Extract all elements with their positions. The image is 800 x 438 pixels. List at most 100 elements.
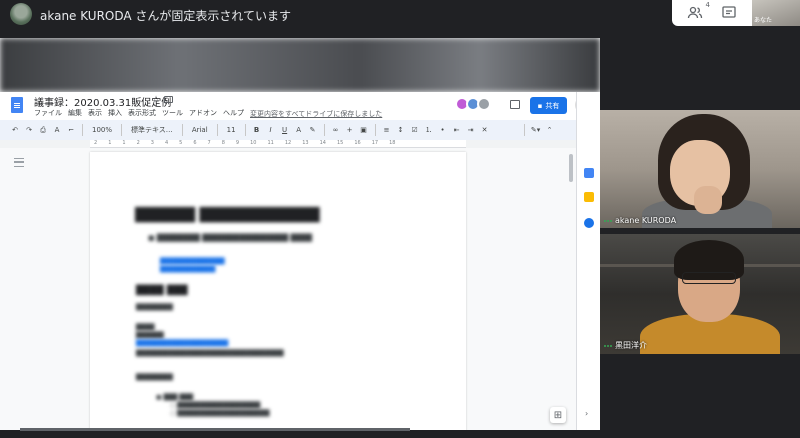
collaborator-avatar[interactable]: [477, 97, 491, 111]
docs-header: 議事録：2020.03.31販促定例 ☆ ファイル 編集 表示 挿入 表示形式 …: [0, 92, 600, 120]
people-count: 4: [705, 1, 710, 9]
add-comment-icon[interactable]: +: [345, 126, 355, 134]
ruler-tick: 6: [193, 140, 197, 146]
blurred-line: ■ ████████ ████████████████ ████: [148, 234, 313, 242]
ruler-tick: 17: [371, 140, 379, 146]
undo-icon[interactable]: ↶: [10, 126, 20, 134]
tasks-icon[interactable]: [584, 218, 594, 228]
menu-edit[interactable]: 編集: [68, 108, 82, 118]
self-label: あなた: [754, 17, 773, 24]
participant-tile[interactable]: akane KURODA: [600, 110, 800, 228]
comment-icon[interactable]: [510, 100, 520, 109]
toolbar-divider: [523, 124, 525, 136]
ruler-tick: 13: [302, 140, 309, 146]
ruler-tick: 15: [336, 140, 344, 146]
font-select[interactable]: Arial: [189, 126, 211, 134]
ruler-tick: 1: [108, 140, 112, 146]
checklist-icon[interactable]: ☑: [410, 126, 420, 134]
italic-icon[interactable]: I: [266, 126, 276, 134]
align-icon[interactable]: ≡: [382, 126, 392, 134]
chat-icon: [722, 6, 736, 18]
pinned-user-avatar: [10, 3, 32, 25]
share-button[interactable]: ▪ 共有: [530, 97, 567, 114]
menu-addons[interactable]: アドオン: [189, 108, 217, 118]
line-spacing-icon[interactable]: ↕: [396, 126, 406, 134]
chevron-right-icon[interactable]: ›: [585, 409, 588, 418]
meet-controls: 4: [672, 0, 752, 26]
editing-mode-icon[interactable]: ✎▾: [531, 126, 541, 134]
blurred-line: ■ ███ ███: [156, 394, 194, 401]
document-scrollbar[interactable]: [568, 148, 574, 430]
ruler-tick: 8: [221, 140, 225, 146]
blurred-line: ████████: [136, 374, 173, 381]
toolbar-divider: [216, 124, 218, 136]
explore-button[interactable]: ⊞: [550, 407, 566, 423]
docs-menubar: ファイル 編集 表示 挿入 表示形式 ツール アドオン ヘルプ: [34, 108, 244, 118]
bulleted-list-icon[interactable]: •: [438, 126, 448, 134]
menu-format[interactable]: 表示形式: [128, 108, 156, 118]
image-icon[interactable]: ▣: [359, 126, 369, 134]
menu-help[interactable]: ヘルプ: [223, 108, 244, 118]
ruler-tick: 1: [122, 140, 126, 146]
zoom-select[interactable]: 100%: [89, 126, 115, 134]
scroll-thumb[interactable]: [569, 154, 573, 182]
document-page[interactable]: ██████ ████████████ ■ ████████ █████████…: [90, 152, 466, 430]
lock-icon: ▪: [537, 101, 543, 110]
document-workspace: ██████ ████████████ ■ ████████ █████████…: [0, 148, 576, 430]
underline-icon[interactable]: U: [280, 126, 290, 134]
ruler-tick: 2: [94, 140, 98, 146]
horizontal-ruler[interactable]: 2 1 1 2 3 4 5 6 7 8 9 10 11 12 13 14 15 …: [90, 140, 466, 148]
text-color-icon[interactable]: A: [294, 126, 304, 134]
menu-file[interactable]: ファイル: [34, 108, 62, 118]
star-icon[interactable]: ☆: [152, 95, 160, 105]
folder-icon[interactable]: [164, 96, 173, 103]
ruler-tick: 16: [354, 140, 361, 146]
clear-format-icon[interactable]: ✕: [480, 126, 490, 134]
style-select[interactable]: 標準テキス…: [128, 125, 176, 135]
menu-tools[interactable]: ツール: [162, 108, 183, 118]
ruler-numbers: 2 1 1 2 3 4 5 6 7 8 9 10 11 12 13 14 15 …: [94, 140, 395, 146]
blurred-link: ██████████████: [160, 258, 225, 265]
participant-tile[interactable]: 黒田洋介: [600, 234, 800, 354]
blurred-subheading: ████ ███: [136, 286, 188, 296]
people-icon: [687, 6, 703, 19]
participant-name: akane KURODA: [604, 216, 676, 225]
highlight-icon[interactable]: ✎: [308, 126, 318, 134]
chat-button[interactable]: [719, 5, 739, 21]
ruler-tick: 9: [235, 140, 240, 146]
blurred-line: ████████: [136, 304, 173, 311]
collapse-toolbar-icon[interactable]: ⌃: [545, 126, 555, 134]
paint-format-icon[interactable]: ⌐: [66, 126, 76, 134]
ruler-tick: 5: [179, 140, 183, 146]
docs-logo-icon[interactable]: [11, 97, 23, 113]
link-icon[interactable]: ∞: [331, 126, 341, 134]
increase-indent-icon[interactable]: ⇥: [466, 126, 476, 134]
participant-video: [682, 272, 736, 284]
people-button[interactable]: 4: [685, 1, 710, 21]
collaborator-avatars: [455, 97, 491, 111]
self-view-tile[interactable]: あなた: [752, 0, 800, 26]
keep-icon[interactable]: [584, 192, 594, 202]
font-size-select[interactable]: 11: [224, 126, 239, 134]
print-icon[interactable]: ⎙: [38, 126, 48, 135]
share-button-label: 共有: [545, 101, 560, 110]
bold-icon[interactable]: B: [252, 126, 262, 134]
save-status-link[interactable]: 変更内容をすべてドライブに保存しました: [250, 109, 382, 119]
doc-title[interactable]: 議事録：2020.03.31販促定例: [34, 94, 171, 109]
audio-indicator-icon: [604, 219, 612, 222]
menu-insert[interactable]: 挿入: [108, 108, 122, 118]
blurred-link: ████████████████████: [136, 340, 229, 347]
redo-icon[interactable]: ↷: [24, 126, 34, 134]
numbered-list-icon[interactable]: ⒈: [424, 125, 434, 135]
decrease-indent-icon[interactable]: ⇤: [452, 126, 462, 134]
ruler-tick: 18: [389, 140, 396, 146]
spellcheck-icon[interactable]: A: [52, 126, 62, 134]
menu-view[interactable]: 表示: [88, 108, 102, 118]
ruler-tick: 2: [136, 140, 140, 146]
ruler-tick: 10: [250, 140, 257, 146]
calendar-icon[interactable]: [584, 168, 594, 178]
outline-icon[interactable]: [14, 158, 24, 167]
blurred-browser-bar: [0, 38, 600, 92]
ruler-tick: 4: [164, 140, 169, 146]
share-scroll-indicator: [20, 428, 410, 431]
